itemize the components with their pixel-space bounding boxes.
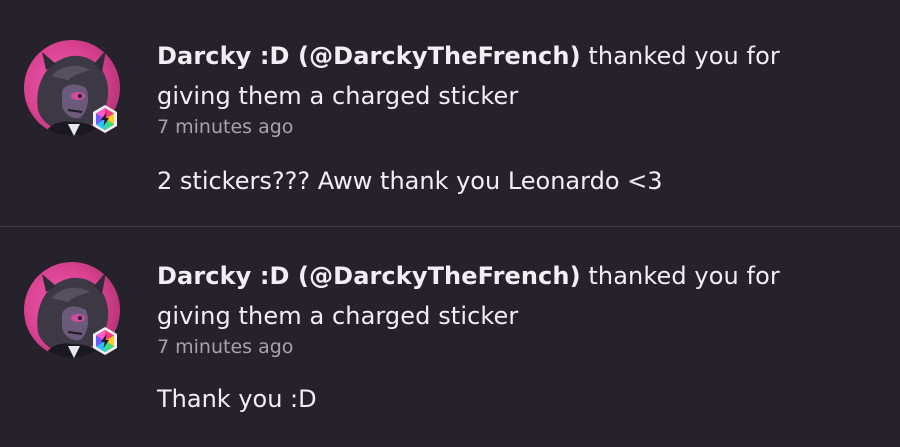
charged-badge-icon (90, 326, 120, 356)
charged-badge-icon (90, 104, 120, 134)
notification-headline: Darcky :D (@DarckyTheFrench) thanked you… (157, 36, 847, 116)
user-name-link[interactable]: Darcky :D (@DarckyTheFrench) (157, 42, 581, 70)
message-text: 2 stickers??? Aww thank you Leonardo <3 (157, 167, 663, 195)
notification-item[interactable]: Darcky :D (@DarckyTheFrench) thanked you… (0, 0, 900, 226)
notification-item[interactable]: Darcky :D (@DarckyTheFrench) thanked you… (0, 227, 900, 447)
notification-content: Darcky :D (@DarckyTheFrench) thanked you… (157, 36, 847, 196)
timestamp: 7 minutes ago (157, 336, 294, 358)
notification-feed: Darcky :D (@DarckyTheFrench) thanked you… (0, 0, 900, 447)
user-name-link[interactable]: Darcky :D (@DarckyTheFrench) (157, 262, 581, 290)
avatar-container[interactable] (24, 40, 124, 140)
avatar-container[interactable] (24, 262, 124, 362)
timestamp: 7 minutes ago (157, 116, 294, 138)
notification-headline: Darcky :D (@DarckyTheFrench) thanked you… (157, 256, 847, 336)
notification-content: Darcky :D (@DarckyTheFrench) thanked you… (157, 256, 847, 414)
message-text: Thank you :D (157, 385, 317, 413)
